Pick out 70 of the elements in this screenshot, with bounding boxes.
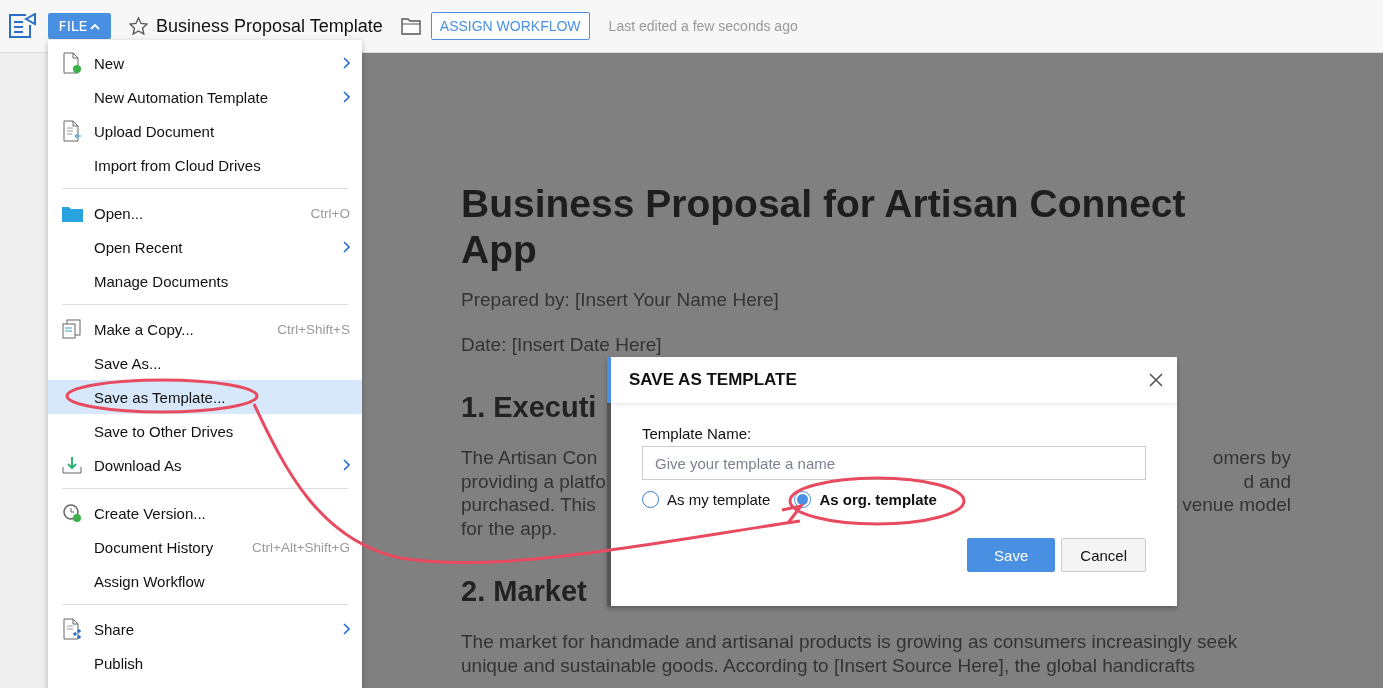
menu-item[interactable]: Download As (48, 448, 362, 482)
section-heading: 2. Market (461, 574, 587, 608)
document-heading: Business Proposal for Artisan Connect App (461, 181, 1187, 273)
menu-item-label: New Automation Template (94, 88, 269, 106)
paragraph-text: venue model (1182, 493, 1291, 517)
shortcut-text: Ctrl+Shift+S (277, 321, 350, 337)
folder-icon[interactable] (400, 17, 421, 35)
paragraph-text: d and (1243, 469, 1291, 493)
menu-item-label: Manage Documents (94, 272, 230, 290)
menu-item-label: Open... (94, 204, 145, 222)
menu-item[interactable]: Open... Ctrl+O (48, 196, 362, 230)
menu-item[interactable]: Save to Other Drives (48, 414, 362, 448)
paragraph-text: for the app. (461, 516, 558, 540)
shortcut-text: Ctrl+O (310, 205, 350, 221)
new-document-icon (62, 52, 82, 74)
paragraph-text: Prepared by: [Insert Your Name Here] (461, 288, 779, 312)
menu-item-label: Make a Copy... (94, 320, 195, 338)
menu-item-label: Save to Other Drives (94, 422, 235, 440)
menu-item-label: Import from Cloud Drives (94, 156, 262, 174)
paragraph-text: The market for handmade and artisanal products is growing as consumers increasingly seek (461, 630, 1238, 654)
menu-item-label: Assign Workflow (94, 572, 206, 590)
paragraph-text: providing a platfo (461, 469, 606, 493)
radio-label: As org. template (819, 491, 937, 508)
paragraph-text: purchased. This (461, 493, 596, 517)
document-title: Business Proposal Template (156, 15, 383, 37)
menu-item-label: Save As... (94, 354, 163, 372)
document-logo-icon[interactable] (8, 13, 36, 39)
menu-item-label: Open Recent (94, 238, 184, 256)
menu-item-label: Share (94, 620, 136, 638)
chevron-up-icon (90, 22, 101, 30)
menu-item[interactable]: Upload Document (48, 114, 362, 148)
star-icon[interactable] (129, 17, 148, 35)
share-document-icon (62, 618, 82, 640)
shortcut-text: Ctrl+Alt+Shift+G (252, 539, 350, 555)
download-icon (62, 456, 82, 474)
menu-item[interactable]: Make a Copy... Ctrl+Shift+S (48, 312, 362, 346)
menu-item-label: Upload Document (94, 122, 216, 140)
copy-icon (62, 319, 82, 339)
menu-item-label: New (94, 54, 125, 72)
menu-item[interactable]: Document History Ctrl+Alt+Shift+G (48, 530, 362, 564)
menu-item[interactable]: Create Version... (48, 496, 362, 530)
last-edited-text: Last edited a few seconds ago (608, 18, 798, 34)
menu-item[interactable]: Import from Cloud Drives (48, 148, 362, 182)
menu-item-label: Publish (94, 654, 145, 672)
upload-document-icon (62, 120, 82, 142)
close-icon[interactable] (1149, 373, 1163, 387)
menu-item-label: Download As (94, 456, 183, 474)
menu-item[interactable]: Open Recent (48, 230, 362, 264)
menu-item[interactable]: Save As... (48, 346, 362, 380)
field-label: Template Name: (642, 425, 753, 442)
menu-item[interactable]: Publish (48, 646, 362, 680)
menu-item-label: Create Version... (94, 504, 207, 522)
paragraph-text: Date: [Insert Date Here] (461, 332, 662, 356)
cancel-button[interactable]: Cancel (1061, 538, 1146, 572)
menu-item[interactable]: New (48, 46, 362, 80)
menu-item[interactable]: Manage Documents (48, 264, 362, 298)
menu-item[interactable]: Share (48, 612, 362, 646)
section-heading: 1. Executi (461, 390, 597, 424)
paragraph-text: omers by (1212, 446, 1291, 470)
paragraph-text: unique and sustainable goods. According to [Insert Source Here], the global handicrafts (461, 653, 1196, 677)
clock-icon (62, 503, 82, 523)
template-name-field[interactable]: Give your template a name (642, 446, 1146, 480)
dialog-title: SAVE AS TEMPLATE (629, 370, 797, 390)
paragraph-text: The Artisan Con (461, 446, 598, 470)
folder-icon (62, 204, 83, 222)
menu-item-label: Document History (94, 538, 215, 556)
menu-item-label: Save as Template... (94, 388, 227, 406)
menu-item[interactable]: Assign Workflow (48, 564, 362, 598)
menu-item[interactable]: New Automation Template (48, 80, 362, 114)
radio-label: As my template (667, 491, 771, 508)
